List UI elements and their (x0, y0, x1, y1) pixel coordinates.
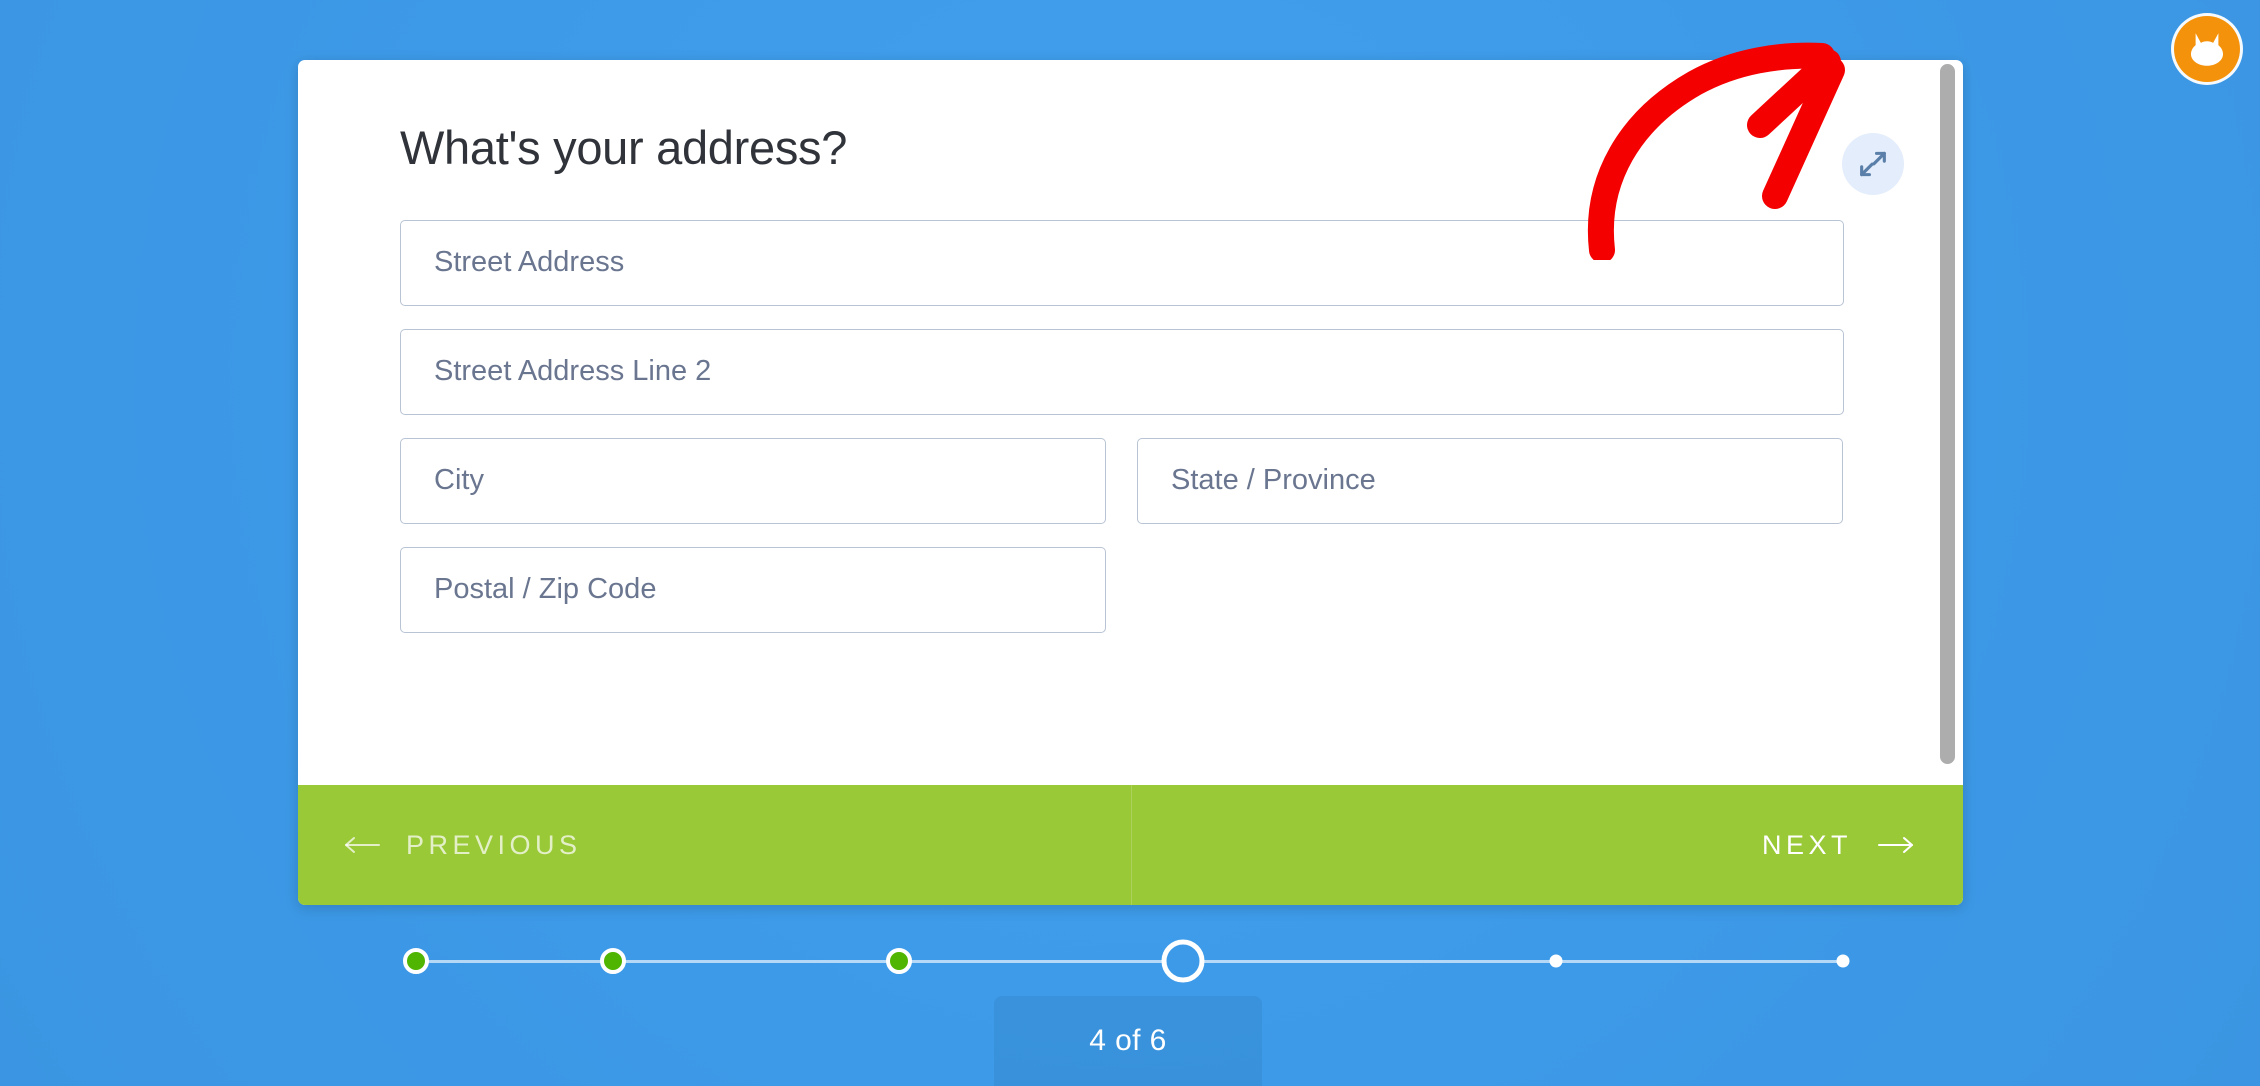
previous-button[interactable]: PREVIOUS (298, 785, 1131, 905)
form-card-body: What's your address? Street Address Stre… (298, 60, 1963, 785)
step-indicator-1[interactable] (403, 948, 429, 974)
street-address-2-input[interactable]: Street Address Line 2 (400, 328, 1844, 415)
brand-chat-bubble[interactable] (2174, 16, 2240, 82)
page-title: What's your address? (400, 121, 848, 174)
form-card: What's your address? Street Address Stre… (298, 60, 1963, 905)
step-indicator-4[interactable] (1161, 939, 1205, 983)
step-indicator-6[interactable] (1836, 954, 1850, 968)
card-scrollbar-track[interactable] (1940, 60, 1955, 785)
arrow-left-icon (343, 835, 406, 855)
state-province-input[interactable]: State / Province (1137, 437, 1843, 524)
step-indicator-2[interactable] (600, 948, 626, 974)
street-address-placeholder: Street Address (434, 246, 625, 279)
expand-arrows-icon (1856, 147, 1890, 181)
postal-zip-input[interactable]: Postal / Zip Code (400, 546, 1106, 633)
card-scrollbar-thumb[interactable] (1940, 64, 1955, 764)
step-progress-indicator (298, 935, 1963, 987)
street-address-2-placeholder: Street Address Line 2 (434, 355, 712, 388)
expand-button[interactable] (1842, 133, 1904, 195)
state-province-placeholder: State / Province (1171, 464, 1376, 497)
step-counter-label: 4 of 6 (1089, 1024, 1167, 1057)
cat-face-icon (2186, 28, 2228, 70)
previous-button-label: PREVIOUS (406, 829, 582, 860)
step-indicator-3[interactable] (886, 948, 912, 974)
city-state-row: City State / Province (400, 437, 1963, 547)
next-button[interactable]: NEXT (1130, 785, 1964, 905)
city-input[interactable]: City (400, 437, 1106, 524)
street-address-input[interactable]: Street Address (400, 219, 1844, 306)
next-button-label: NEXT (1761, 829, 1852, 860)
step-counter: 4 of 6 (994, 996, 1262, 1086)
form-navigation-footer: PREVIOUS NEXT (298, 785, 1963, 905)
city-placeholder: City (434, 464, 484, 497)
step-indicator-5[interactable] (1549, 954, 1563, 968)
step-progress-line (416, 960, 1845, 963)
postal-zip-placeholder: Postal / Zip Code (434, 573, 657, 606)
address-field-group: Street Address Street Address Line 2 Cit… (400, 219, 1963, 633)
arrow-right-icon (1852, 835, 1915, 855)
